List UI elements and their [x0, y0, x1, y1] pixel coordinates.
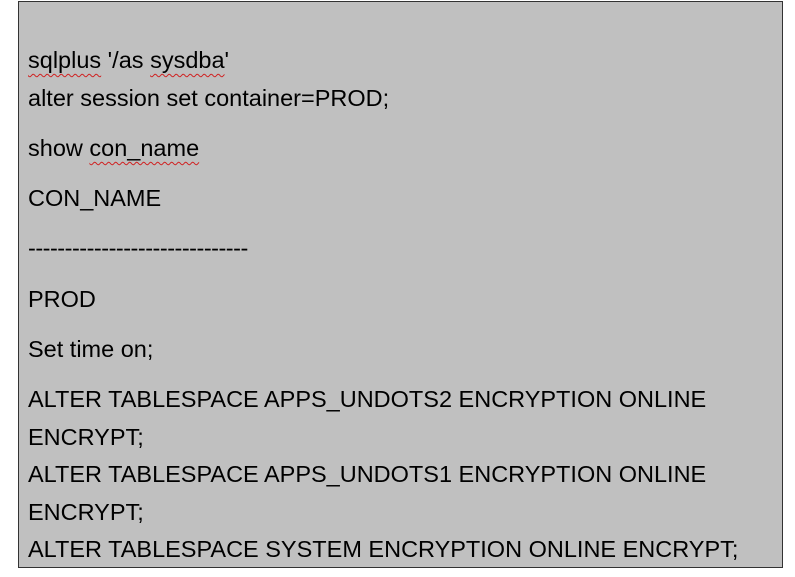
command-line-alter-system: ALTER TABLESPACE SYSTEM ENCRYPTION ONLIN…	[28, 536, 739, 562]
command-line-alter-undots2-cont: ENCRYPT;	[28, 424, 144, 450]
command-line-alter-session: alter session set container=PROD;	[28, 85, 390, 111]
command-line-alter-undots2: ALTER TABLESPACE APPS_UNDOTS2 ENCRYPTION…	[28, 386, 707, 412]
code-block: sqlplus '/as sysdba' alter session set c…	[18, 1, 783, 568]
command-line-set-time: Set time on;	[28, 336, 154, 362]
command-line-sqlplus: sqlplus '/as sysdba'	[28, 46, 229, 74]
text-segment: '/as	[101, 47, 151, 73]
output-column-header: CON_NAME	[28, 185, 162, 211]
text-segment: show	[28, 135, 90, 161]
spellcheck-word-con-name: con_name	[89, 135, 200, 161]
command-line-alter-undots1: ALTER TABLESPACE APPS_UNDOTS1 ENCRYPTION…	[28, 461, 707, 487]
output-value: PROD	[28, 286, 96, 312]
output-separator: ------------------------------	[28, 235, 248, 261]
text-segment: '	[224, 47, 230, 73]
command-line-show-con-name: show con_name	[28, 134, 199, 162]
command-line-alter-undots1-cont: ENCRYPT;	[28, 499, 144, 525]
spellcheck-word-sqlplus: sqlplus	[28, 47, 102, 73]
spellcheck-word-sysdba: sysdba	[150, 47, 225, 73]
